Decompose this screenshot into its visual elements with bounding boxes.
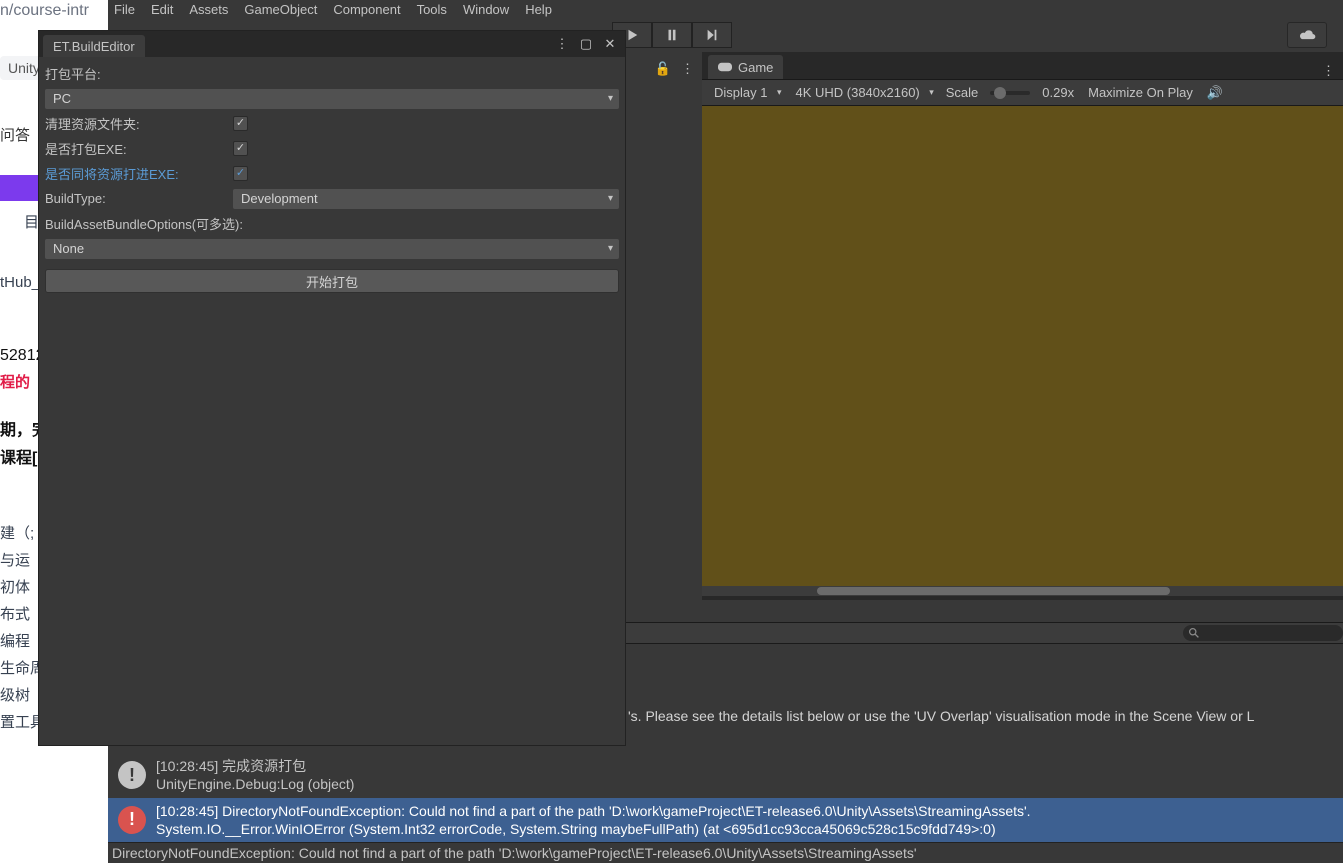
- console-info-message[interactable]: ! [10:28:45] 完成资源打包 UnityEngine.Debug:Lo…: [108, 753, 1343, 797]
- url-fragment: n/course-intr: [0, 0, 108, 26]
- menu-edit[interactable]: Edit: [151, 2, 173, 17]
- bundle-options-dropdown[interactable]: None: [45, 239, 619, 259]
- horizontal-scrollbar[interactable]: [702, 586, 1343, 596]
- info-icon: !: [118, 761, 146, 789]
- game-tab-row: Game ⋮: [702, 52, 1343, 80]
- kebab-icon[interactable]: ⋮: [555, 37, 569, 51]
- bundle-options-value: None: [53, 241, 84, 256]
- pack-exe-checkbox[interactable]: [233, 141, 248, 156]
- panel-search-row: [626, 622, 1343, 644]
- build-type-dropdown[interactable]: Development: [233, 189, 619, 209]
- panel-header-controls: 🔓 ⋮: [626, 56, 702, 82]
- menu-file[interactable]: File: [114, 2, 135, 17]
- clean-label: 清理资源文件夹:: [45, 114, 233, 133]
- cloud-button[interactable]: [1287, 22, 1327, 48]
- scale-slider[interactable]: [990, 91, 1030, 95]
- step-icon: [705, 28, 719, 42]
- pack-into-exe-checkbox[interactable]: [233, 166, 248, 181]
- menu-help[interactable]: Help: [525, 2, 552, 17]
- maximize-icon[interactable]: ▢: [579, 37, 593, 51]
- display-value: Display 1: [714, 85, 767, 100]
- console-footer: DirectoryNotFoundException: Could not fi…: [108, 842, 1343, 863]
- game-tab[interactable]: Game: [708, 55, 783, 79]
- build-type-label: BuildType:: [45, 191, 233, 206]
- clean-checkbox[interactable]: [233, 116, 248, 131]
- console-line: UnityEngine.Debug:Log (object): [156, 775, 354, 793]
- maximize-on-play[interactable]: Maximize On Play: [1082, 85, 1199, 100]
- play-icon: [625, 28, 639, 42]
- scale-label: Scale: [940, 85, 985, 100]
- pack-exe-label: 是否打包EXE:: [45, 139, 233, 158]
- console-error-message[interactable]: ! [10:28:45] DirectoryNotFoundException:…: [108, 798, 1343, 842]
- build-editor-dialog: ET.BuildEditor ⋮ ▢ ✕ 打包平台: PC 清理资源文件夹: 是…: [38, 30, 626, 746]
- close-icon[interactable]: ✕: [603, 37, 617, 51]
- error-icon: !: [118, 806, 146, 834]
- menu-tools[interactable]: Tools: [417, 2, 447, 17]
- uv-overlap-hint: 's. Please see the details list below or…: [626, 708, 1343, 724]
- resolution-dropdown[interactable]: 4K UHD (3840x2160): [787, 83, 937, 103]
- dialog-tab[interactable]: ET.BuildEditor: [43, 35, 145, 57]
- search-icon: [1189, 628, 1199, 638]
- step-button[interactable]: [692, 22, 732, 48]
- scale-value: 0.29x: [1036, 85, 1080, 100]
- start-build-button[interactable]: 开始打包: [45, 269, 619, 293]
- console-line: System.IO.__Error.WinIOError (System.Int…: [156, 820, 1031, 838]
- kebab-icon[interactable]: ⋮: [1314, 63, 1343, 79]
- menu-gameobject[interactable]: GameObject: [244, 2, 317, 17]
- dialog-body: 打包平台: PC 清理资源文件夹: 是否打包EXE: 是否同将资源打进EXE: …: [39, 57, 625, 745]
- play-controls: [612, 22, 732, 48]
- resolution-value: 4K UHD (3840x2160): [795, 85, 919, 100]
- console-line: [10:28:45] DirectoryNotFoundException: C…: [156, 802, 1031, 820]
- game-tab-label: Game: [738, 60, 773, 75]
- menubar: File Edit Assets GameObject Component To…: [108, 0, 1343, 18]
- pack-into-exe-label: 是否同将资源打进EXE:: [45, 164, 233, 183]
- platform-dropdown[interactable]: PC: [45, 89, 619, 109]
- game-toolbar: Display 1 4K UHD (3840x2160) Scale 0.29x…: [702, 80, 1343, 106]
- platform-label: 打包平台:: [45, 64, 233, 83]
- dialog-titlebar: ET.BuildEditor ⋮ ▢ ✕: [39, 31, 625, 57]
- platform-value: PC: [53, 91, 71, 106]
- cloud-icon: [1297, 28, 1317, 42]
- pause-icon: [665, 28, 679, 42]
- menu-window[interactable]: Window: [463, 2, 509, 17]
- menu-component[interactable]: Component: [333, 2, 400, 17]
- console-line: [10:28:45] 完成资源打包: [156, 757, 354, 775]
- bundle-options-label: BuildAssetBundleOptions(可多选):: [45, 214, 243, 233]
- console: ! [10:28:45] 完成资源打包 UnityEngine.Debug:Lo…: [108, 753, 1343, 863]
- start-build-label: 开始打包: [306, 272, 358, 291]
- menu-assets[interactable]: Assets: [189, 2, 228, 17]
- display-dropdown[interactable]: Display 1: [706, 83, 785, 103]
- gamepad-icon: [718, 62, 732, 72]
- speaker-icon[interactable]: 🔊: [1201, 85, 1229, 101]
- build-type-value: Development: [241, 191, 318, 206]
- game-pane: Game ⋮ Display 1 4K UHD (3840x2160) Scal…: [702, 52, 1343, 600]
- lock-icon[interactable]: 🔓: [655, 61, 671, 77]
- pause-button[interactable]: [652, 22, 692, 48]
- kebab-icon[interactable]: ⋮: [681, 61, 694, 77]
- game-viewport: [702, 106, 1343, 596]
- search-input[interactable]: [1183, 625, 1343, 641]
- dialog-title: ET.BuildEditor: [53, 39, 135, 54]
